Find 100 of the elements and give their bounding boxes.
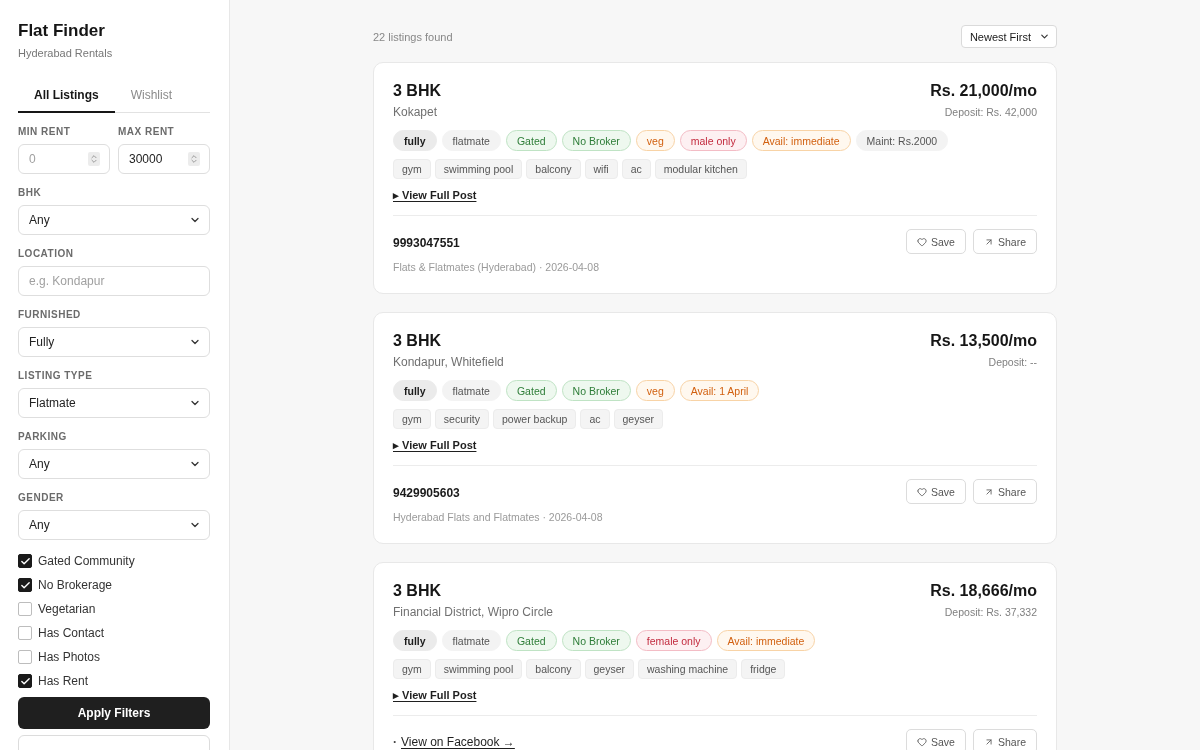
field-label: GENDER — [18, 492, 65, 504]
share-button[interactable]: Share — [972, 729, 1037, 750]
field-label: PARKING — [18, 431, 68, 443]
amenity-tag: swimming pool — [434, 159, 523, 179]
checkbox-label: Has Photos — [38, 650, 101, 664]
view-full-post-link[interactable]: ▸ View Full Post — [393, 188, 477, 202]
save-button[interactable]: Save — [906, 729, 966, 750]
listing-price: Rs. 18,666/mo — [930, 581, 1037, 601]
amenity-tag: ac — [580, 409, 610, 429]
tag: veg — [635, 380, 675, 401]
text-input[interactable]: e.g. Kondapur — [18, 266, 210, 296]
amenity-tag: ac — [621, 159, 651, 179]
share-button[interactable]: Share — [972, 479, 1037, 504]
phone-number: 9993047551 — [393, 235, 461, 251]
arrow-up-right-icon — [983, 486, 994, 497]
arrow-up-right-icon — [983, 736, 994, 747]
tag: fully — [393, 130, 437, 151]
checkbox[interactable] — [18, 650, 32, 664]
tag: fully — [393, 630, 437, 651]
app-title: Flat Finder — [18, 20, 106, 42]
dropdown-select[interactable]: Any — [18, 205, 210, 235]
checkbox[interactable] — [18, 578, 32, 592]
number-input[interactable]: 30000 — [118, 144, 210, 174]
dropdown-select[interactable]: Fully — [18, 327, 210, 357]
stepper-icon[interactable] — [188, 152, 200, 166]
checkmark-icon — [19, 555, 31, 567]
checkbox[interactable] — [18, 554, 32, 568]
facebook-link[interactable]: View on Facebook → — [401, 735, 515, 749]
save-button[interactable]: Save — [906, 479, 966, 504]
dropdown-select[interactable]: Any — [18, 449, 210, 479]
tag: No Broker — [561, 630, 631, 651]
listing-location: Kokapet — [393, 104, 439, 120]
amenity-tag: balcony — [526, 159, 581, 179]
checkbox[interactable] — [18, 626, 32, 640]
listing-source: Flats & Flatmates (Hyderabad) · 2026-04-08 — [393, 260, 599, 274]
tag: flatmate — [441, 380, 501, 401]
heart-icon — [917, 486, 928, 497]
arrow-up-right-icon — [983, 236, 994, 247]
app-subtitle: Hyderabad Rentals — [18, 46, 114, 60]
tab[interactable]: Wishlist — [114, 78, 188, 113]
listing-deposit: Deposit: Rs. 42,000 — [944, 105, 1037, 119]
number-input[interactable]: 0 — [18, 144, 110, 174]
amenity-tag: swimming pool — [434, 659, 523, 679]
dropdown-select[interactable]: Any — [18, 510, 210, 540]
amenity-tag: balcony — [526, 659, 581, 679]
tag: Avail: 1 April — [679, 380, 760, 401]
checkbox[interactable] — [18, 674, 32, 688]
amenity-tag: gym — [393, 409, 431, 429]
tag: female only — [635, 630, 712, 651]
field-label: MIN RENT — [18, 126, 72, 138]
tag: veg — [635, 130, 675, 151]
field-label: LISTING TYPE — [18, 370, 94, 382]
listing-title: 3 BHK — [393, 581, 442, 601]
amenity-tag: wifi — [584, 159, 618, 179]
listing-location: Financial District, Wipro Circle — [393, 604, 554, 620]
chevron-down-icon — [1039, 31, 1050, 42]
tag: flatmate — [441, 630, 501, 651]
share-button[interactable]: Share — [972, 229, 1037, 254]
listing-title: 3 BHK — [393, 81, 441, 101]
results-count: 22 listings found — [373, 30, 453, 43]
amenity-tag: modular kitchen — [654, 159, 747, 179]
heart-icon — [917, 736, 928, 747]
amenity-tag: fridge — [741, 659, 786, 679]
checkbox-label: Has Contact — [38, 626, 105, 640]
stepper-icon[interactable] — [88, 152, 100, 166]
dropdown-select[interactable]: Flatmate — [18, 388, 210, 418]
amenity-tag: gym — [393, 659, 431, 679]
tag: No Broker — [561, 380, 631, 401]
listing-deposit: Deposit: -- — [988, 355, 1037, 369]
tag: male only — [679, 130, 747, 151]
tag: Maint: Rs.2000 — [855, 130, 949, 151]
tag: Gated — [505, 380, 557, 401]
field-label: FURNISHED — [18, 309, 82, 321]
listing-deposit: Deposit: Rs. 37,332 — [944, 605, 1037, 619]
listing-price: Rs. 13,500/mo — [930, 331, 1037, 351]
amenity-tag: security — [434, 409, 490, 429]
amenity-tag: power backup — [493, 409, 577, 429]
checkbox-label: Gated Community — [38, 554, 135, 568]
heart-icon — [917, 236, 928, 247]
view-full-post-link[interactable]: ▸ View Full Post — [393, 688, 477, 702]
tab[interactable]: All Listings — [18, 78, 115, 113]
tag: flatmate — [441, 130, 501, 151]
view-full-post-link[interactable]: ▸ View Full Post — [393, 438, 477, 452]
listing-price: Rs. 21,000/mo — [930, 81, 1037, 101]
field-label: LOCATION — [18, 248, 75, 260]
apply-filters-button[interactable]: Apply Filters — [18, 697, 210, 729]
save-button[interactable]: Save — [906, 229, 966, 254]
phone-number: 9429905603 — [393, 485, 461, 501]
tag: fully — [393, 380, 437, 401]
separator-dot: · — [393, 735, 397, 749]
listing-title: 3 BHK — [393, 331, 442, 351]
tag: Avail: immediate — [716, 630, 816, 651]
sort-select[interactable]: Newest First — [960, 25, 1057, 48]
tag: Gated — [505, 130, 557, 151]
checkbox-label: Has Rent — [38, 674, 89, 688]
amenity-tag: washing machine — [638, 659, 738, 679]
checkbox-label: Vegetarian — [38, 602, 96, 616]
checkbox[interactable] — [18, 602, 32, 616]
amenity-tag: geyser — [613, 409, 663, 429]
amenity-tag: geyser — [584, 659, 634, 679]
